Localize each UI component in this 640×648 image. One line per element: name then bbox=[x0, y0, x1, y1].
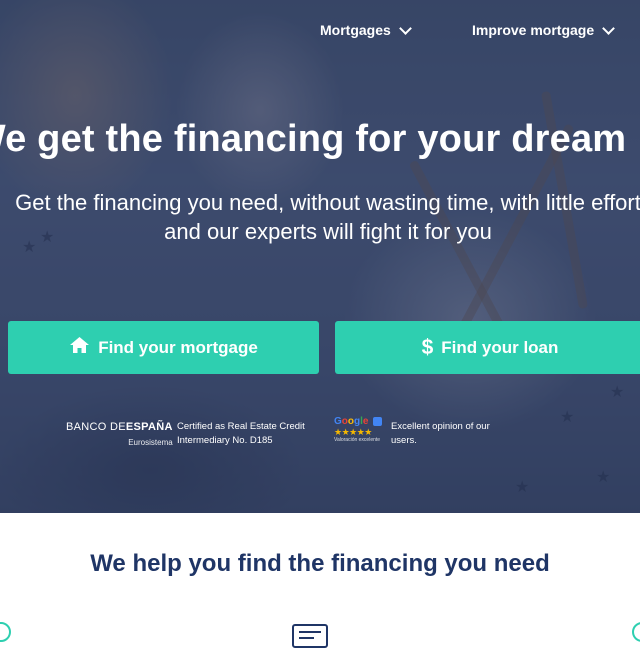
banco-de-espana-logo: BANCO DEESPAÑA Eurosistema bbox=[66, 421, 173, 449]
home-icon bbox=[69, 336, 90, 359]
bde-brand-sub: Eurosistema bbox=[128, 438, 173, 447]
find-mortgage-button[interactable]: Find your mortgage bbox=[8, 321, 319, 374]
certification-line-1: Certified as Real Estate Credit bbox=[177, 421, 305, 432]
google-caption: Valoración excelente bbox=[334, 437, 381, 444]
hero-subtitle: Get the financing you need, without wast… bbox=[0, 188, 640, 246]
hero-section: ★ ★ ★ ★ ★ ★ Mortgages Improve mortgage W… bbox=[0, 0, 640, 513]
chevron-down-icon bbox=[602, 21, 616, 35]
opinion-line-2: users. bbox=[391, 435, 417, 446]
chevron-down-icon bbox=[398, 21, 412, 35]
google-logo: Google bbox=[334, 417, 384, 427]
google-rating-badge: Google ★★★★★ Valoración excelente bbox=[334, 417, 384, 449]
hero-headline: We get the financing for your dream bbox=[0, 118, 627, 160]
bde-brand-2: ESPAÑA bbox=[125, 421, 173, 433]
section-title: We help you find the financing you need bbox=[90, 550, 550, 577]
rating-stars-icon: ★★★★★ bbox=[334, 427, 372, 438]
opinion-line-1: Excellent opinion of our bbox=[391, 421, 490, 432]
hero-subtitle-line-2: and our experts will fight it for you bbox=[164, 219, 492, 244]
find-loan-label: Find your loan bbox=[441, 337, 559, 357]
nav-improve-mortgage-label: Improve mortgage bbox=[472, 22, 595, 38]
opinion-text: Excellent opinion of our users. bbox=[391, 420, 501, 448]
left-edge-icon bbox=[0, 622, 11, 642]
certification-text: Certified as Real Estate Credit Intermed… bbox=[177, 420, 317, 448]
google-mybusiness-icon bbox=[373, 417, 383, 426]
document-icon bbox=[292, 624, 328, 648]
find-loan-button[interactable]: $ Find your loan bbox=[335, 321, 640, 374]
hero-subtitle-line-1: Get the financing you need, without wast… bbox=[15, 190, 640, 215]
nav-mortgages[interactable]: Mortgages bbox=[320, 21, 412, 38]
nav-mortgages-label: Mortgages bbox=[320, 22, 391, 38]
nav-improve-mortgage[interactable]: Improve mortgage bbox=[472, 21, 616, 38]
bde-brand-1: BANCO DE bbox=[66, 421, 126, 433]
find-mortgage-label: Find your mortgage bbox=[98, 337, 258, 357]
certification-line-2: Intermediary No. D185 bbox=[177, 435, 273, 446]
dollar-icon: $ bbox=[421, 335, 434, 359]
right-edge-icon bbox=[632, 622, 640, 642]
